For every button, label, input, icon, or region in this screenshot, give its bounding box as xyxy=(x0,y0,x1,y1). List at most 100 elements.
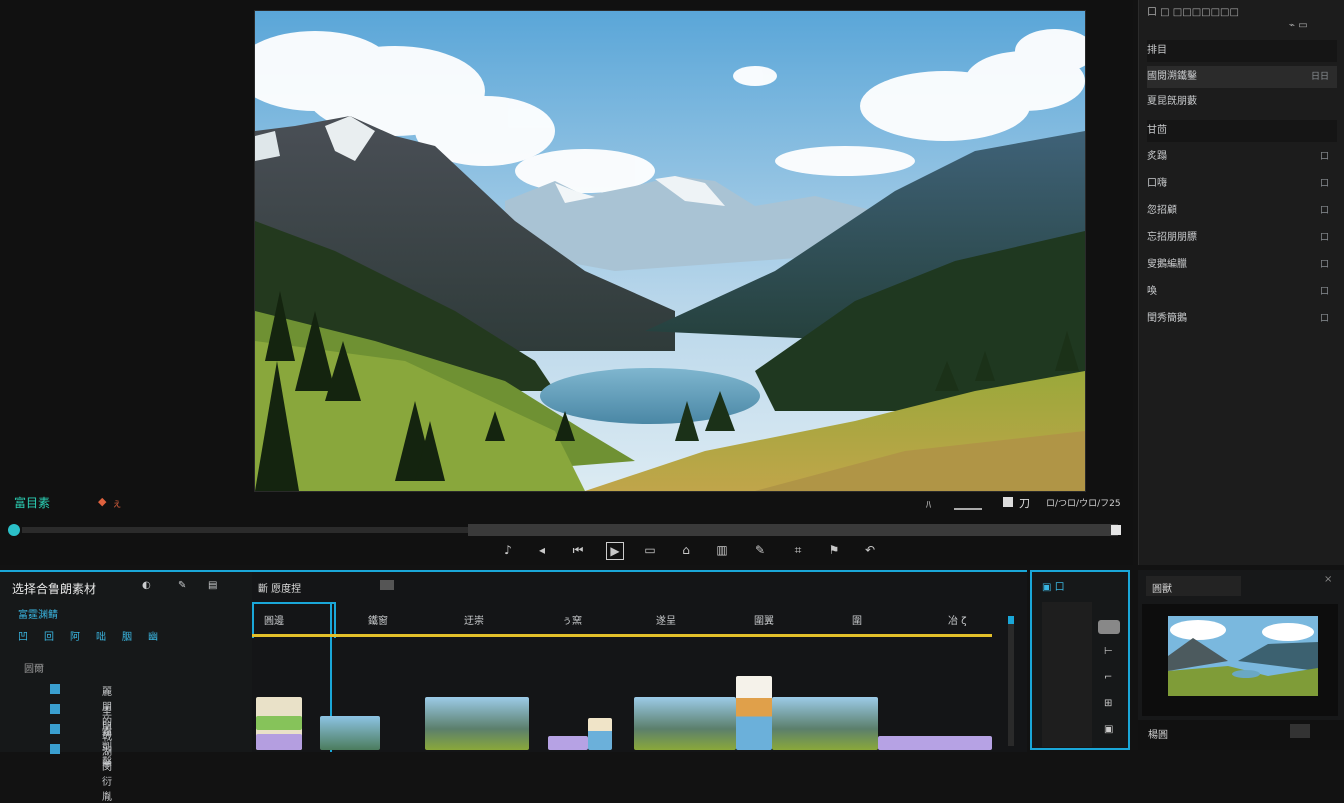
list-item-icon xyxy=(50,744,60,754)
tool-icon[interactable]: ▣ xyxy=(1104,724,1113,735)
list-item[interactable]: 湖閔衍胤 xyxy=(102,743,112,803)
viewer-status-label: 富目素 xyxy=(14,496,51,510)
inspector-row-2[interactable]: 夏昆旣朋藪 xyxy=(1147,91,1337,113)
inspector-item[interactable]: 口嗨 口 xyxy=(1147,173,1337,195)
edit-icon[interactable]: ✎ xyxy=(178,580,186,591)
list-item-icon xyxy=(50,704,60,714)
timecode-display: ロ/つロ/ウロ/フ25 xyxy=(1046,499,1121,509)
ruler-label: 冶 ζ xyxy=(948,616,967,627)
inspector-item-value: 口 xyxy=(1319,233,1329,243)
ruler-label: 迂崇 xyxy=(464,616,484,627)
tool-icon[interactable]: ⌐ xyxy=(1104,672,1112,683)
ruler-label: ぅ窯 xyxy=(562,616,582,627)
bookmark-icon[interactable]: ◐ xyxy=(142,580,151,591)
timeline-scroll-thumb[interactable] xyxy=(1008,616,1014,624)
play-icon[interactable]: ▶ xyxy=(606,542,624,560)
timeline-clip[interactable] xyxy=(588,718,612,750)
timeline-clip[interactable] xyxy=(548,736,588,750)
film-icon[interactable]: ▥ xyxy=(714,542,730,558)
inspector-item-value: 口 xyxy=(1319,152,1329,162)
proj-icon-6[interactable]: 幽 xyxy=(148,628,158,643)
ruler-label: 圓邊 xyxy=(264,616,284,627)
tool-icon[interactable]: ⊞ xyxy=(1104,698,1112,709)
ruler-label: 遂呈 xyxy=(656,616,676,627)
timeline-clip[interactable] xyxy=(256,716,302,730)
fullscreen-icon[interactable] xyxy=(1003,497,1013,507)
timeline-settings-icon[interactable] xyxy=(380,580,394,590)
timeline-clip[interactable] xyxy=(425,697,529,750)
loop-icon[interactable]: ▭ xyxy=(642,542,658,558)
inspector-item-value: 口 xyxy=(1319,287,1329,297)
player-bar: 富目素 ◆ ぇ ﾊ 刀 ロ/つロ/ウロ/フ25 xyxy=(0,490,1133,520)
prev-frame-icon[interactable]: ◂ xyxy=(534,542,550,558)
camera-icon[interactable]: ⌗ xyxy=(790,542,806,558)
mic-icon[interactable]: ⚑ xyxy=(826,542,842,558)
inspector-item-label: 忘招朋朋膘 xyxy=(1147,232,1197,243)
playback-scrubber[interactable] xyxy=(8,522,1123,538)
scrubber-range xyxy=(468,524,1118,536)
timeline-clip[interactable] xyxy=(320,716,380,750)
ruler-label: 鐵窗 xyxy=(368,616,388,627)
timeline-clip[interactable] xyxy=(634,697,736,750)
preview-action-button[interactable] xyxy=(1290,724,1310,738)
undo-icon[interactable]: ↶ xyxy=(862,542,878,558)
tool-toggle[interactable] xyxy=(1098,620,1120,634)
ruler-label: 圍翼 xyxy=(754,616,774,627)
inspector-item[interactable]: 忘招朋朋膘 口 xyxy=(1147,227,1337,249)
inspector-item[interactable]: 叟鵝編臘 口 xyxy=(1147,254,1337,276)
resolution-glyph[interactable]: ﾊ xyxy=(926,496,931,511)
inspector-item-value: 口 xyxy=(1319,179,1329,189)
inspector-item[interactable]: 喚口 xyxy=(1147,281,1337,303)
timeline-clip[interactable] xyxy=(878,736,992,750)
marker-icon[interactable]: ◆ xyxy=(98,495,106,508)
timeline-clip[interactable] xyxy=(736,676,772,750)
fit-glyph[interactable]: 刀 xyxy=(1019,495,1030,511)
marker-label: ぇ xyxy=(112,499,122,510)
inspector-panel: 口 □ □□□□□□□ ⌁ ▭ 排目 國閱溯鐵鑿 日日 夏昆旣朋藪 甘茴 炙蹋口… xyxy=(1138,0,1344,565)
audio-icon[interactable]: ♪ xyxy=(500,542,516,558)
inspector-item-label: 閏秀簡鵝 xyxy=(1147,313,1187,324)
inspector-item-value: 口 xyxy=(1319,314,1329,324)
list-item-icon xyxy=(50,684,60,694)
preview-panel: 圓獸 × 楊圓 xyxy=(1138,570,1344,750)
list-item-icon xyxy=(50,724,60,734)
inspector-item[interactable]: 閏秀簡鵝 口 xyxy=(1147,308,1337,330)
home-icon[interactable]: ⌂ xyxy=(678,542,694,558)
mountain-landscape-image xyxy=(255,11,1085,491)
inspector-item[interactable]: 忽招顧 口 xyxy=(1147,200,1337,222)
section-title-1: 排目 xyxy=(1147,40,1337,62)
timeline-scrollbar[interactable] xyxy=(1008,616,1014,746)
timeline-clip[interactable] xyxy=(256,734,302,750)
proj-icon-1[interactable]: 凹 xyxy=(18,628,28,643)
inspector-item[interactable]: 炙蹋 口 xyxy=(1147,146,1337,168)
timeline-clip[interactable] xyxy=(772,697,878,750)
preview-footer-label: 楊圓 xyxy=(1148,730,1168,741)
tools-header-icon: ▣ 口 xyxy=(1042,582,1065,593)
proj-icon-2[interactable]: 回 xyxy=(44,628,54,643)
inspector-item-label: 叟鵝編臘 xyxy=(1147,259,1187,270)
selected-row-label: 國閱溯鐵鑿 xyxy=(1147,71,1197,82)
tools-list xyxy=(1042,602,1092,747)
inspector-item-label: 忽招顧 xyxy=(1147,205,1177,216)
playhead-knob[interactable] xyxy=(8,524,20,536)
selected-row[interactable]: 國閱溯鐵鑿 日日 xyxy=(1147,66,1337,88)
inspector-tools-icon[interactable]: ⌁ ▭ xyxy=(1289,20,1308,31)
project-section-label: 圆爾 xyxy=(24,664,44,675)
proj-icon-5[interactable]: 胭 xyxy=(122,628,132,643)
scrubber-end-marker[interactable] xyxy=(1111,525,1121,535)
step-back-icon[interactable]: ⏮ xyxy=(570,542,586,558)
pen-icon[interactable]: ✎ xyxy=(752,542,768,558)
doc-icon[interactable]: ▤ xyxy=(208,580,217,591)
tool-icon[interactable]: ⊢ xyxy=(1104,646,1113,657)
video-preview[interactable] xyxy=(254,10,1086,492)
project-subtitle: 富霆渊鲭 xyxy=(18,610,58,621)
inspector-caption: 口 □ □□□□□□□ xyxy=(1147,7,1239,18)
proj-icon-4[interactable]: 咄 xyxy=(96,628,106,643)
proj-icon-3[interactable]: 阿 xyxy=(70,628,80,643)
tools-panel: ▣ 口 ⊢ ⌐ ⊞ ▣ xyxy=(1030,570,1130,750)
timeline-tab[interactable]: 斷 愿度捏 xyxy=(258,580,301,595)
preview-viewport xyxy=(1142,604,1338,716)
quality-dropdown[interactable] xyxy=(954,498,982,510)
timeline-ruler-track[interactable] xyxy=(252,634,992,637)
preview-close-icon[interactable]: × xyxy=(1324,574,1332,585)
